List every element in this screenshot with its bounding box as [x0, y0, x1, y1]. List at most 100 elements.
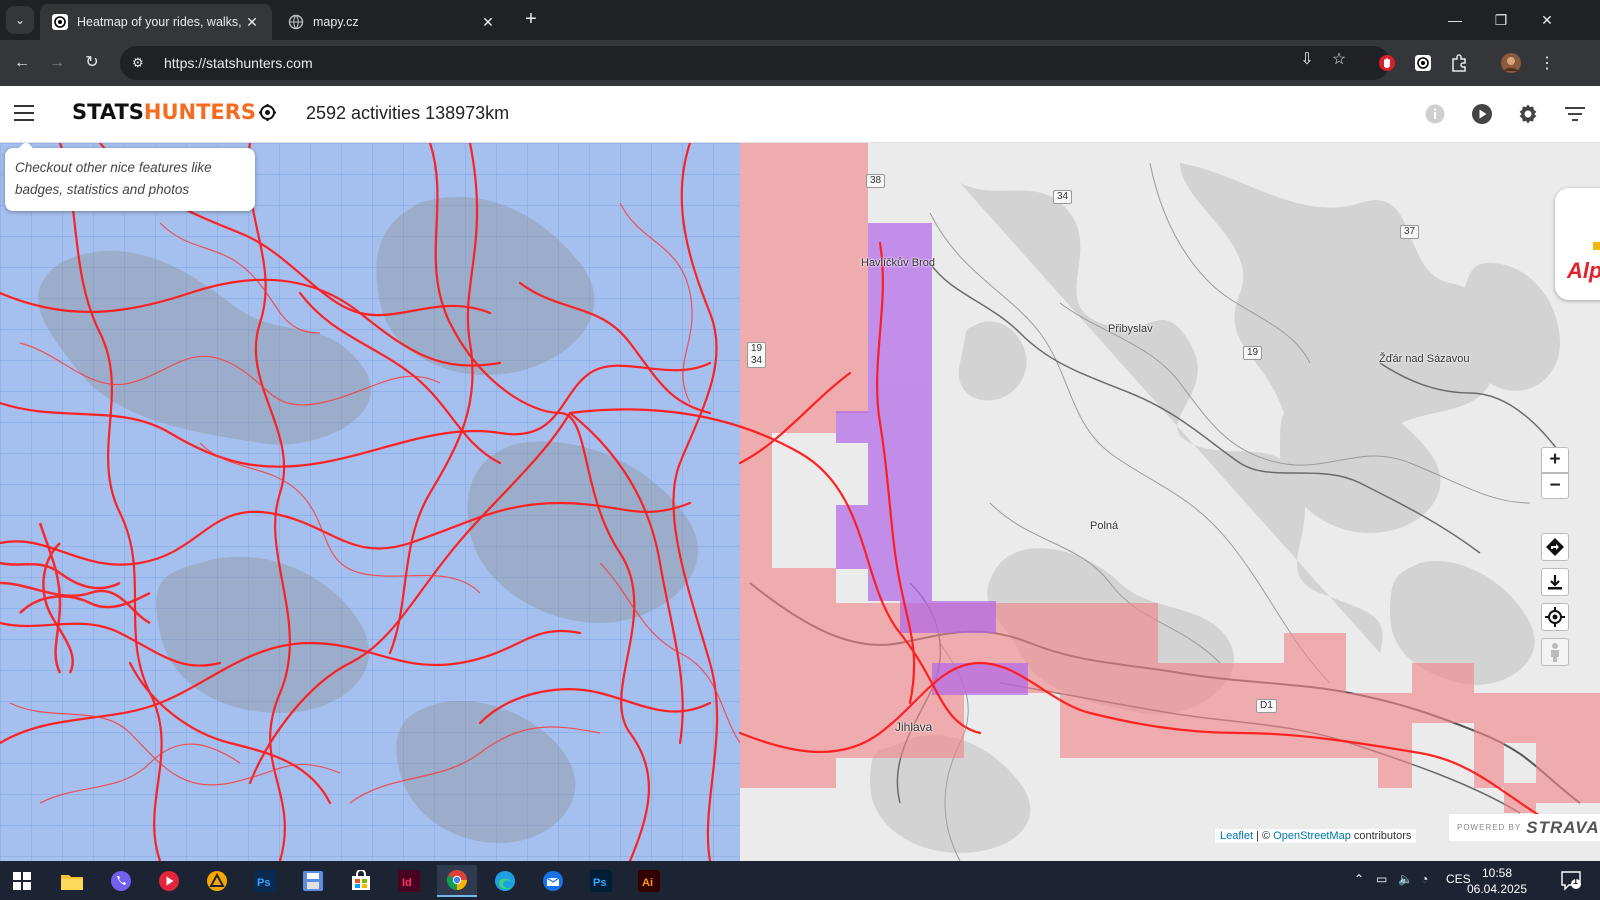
wifi-icon[interactable]: ◔ — [1421, 872, 1428, 886]
clock-time: 10:58 — [1481, 866, 1513, 880]
place-label-polna: Polná — [1090, 520, 1119, 532]
address-bar[interactable]: ⚙ https://statshunters.com — [120, 46, 1390, 80]
ad-logo-mark — [1593, 242, 1600, 250]
arrow-right-icon: → — [49, 54, 65, 71]
browser-tab-bar: ⌄ Heatmap of your rides, walks, s ✕ mapy… — [0, 0, 1600, 40]
site-info-icon[interactable]: ⚙ — [132, 55, 154, 71]
arrow-left-icon: ← — [14, 54, 30, 71]
tab-title: mapy.cz — [313, 15, 359, 29]
chrome-icon[interactable] — [437, 865, 477, 897]
profile-avatar[interactable] — [1499, 51, 1523, 75]
file-explorer-icon[interactable] — [52, 865, 92, 897]
photoshop-icon[interactable]: Ps — [245, 865, 285, 897]
clock-date: 06.04.2025 — [1466, 882, 1528, 896]
install-app-icon[interactable]: ⇩ — [1296, 49, 1318, 71]
attribution-separator: | © — [1253, 830, 1274, 842]
target-icon — [259, 103, 277, 121]
window-close-button[interactable]: ✕ — [1524, 0, 1570, 40]
filter-icon[interactable] — [1562, 101, 1588, 127]
activity-summary: 2592 activities 138973km — [306, 103, 509, 124]
warning-app-icon[interactable] — [197, 865, 237, 897]
statshunters-favicon-icon — [52, 14, 68, 30]
info-icon[interactable] — [1422, 101, 1448, 127]
chevron-down-icon: ⌄ — [14, 13, 26, 27]
tab-mapy[interactable]: mapy.cz ✕ — [276, 4, 508, 40]
road-number-19-34: 19 34 — [747, 342, 767, 368]
statshunters-logo[interactable]: STATS HUNTERS — [72, 100, 277, 124]
svg-text:Id: Id — [402, 877, 412, 889]
store-bag-icon[interactable] — [341, 865, 381, 897]
route-icon[interactable] — [1541, 533, 1569, 561]
activities-count: 2592 activities — [306, 103, 421, 123]
edge-icon[interactable] — [485, 865, 525, 897]
globe-icon — [288, 14, 304, 30]
logo-text-hunters: HUNTERS — [143, 100, 257, 124]
browser-menu-icon[interactable]: ⋮ — [1535, 51, 1559, 75]
place-label-jihlava: Jihlava — [895, 720, 933, 734]
illustrator-icon[interactable]: Ai — [629, 865, 669, 897]
powered-by-strava-badge: POWERED BY STRAVA — [1449, 814, 1600, 841]
zoom-out-button[interactable]: − — [1541, 473, 1569, 499]
total-distance: 138973km — [425, 103, 510, 123]
map-canvas[interactable] — [0, 143, 1600, 861]
photoshop-2-icon[interactable]: Ps — [581, 865, 621, 897]
strava-logo-text: STRAVA — [1526, 817, 1600, 837]
tab-statshunters[interactable]: Heatmap of your rides, walks, s ✕ — [40, 4, 272, 40]
windows-taskbar: Ps Id Ps Ai ⌃ ▭ 🔈 ◔ CES 10:58 06.04.2025… — [0, 861, 1600, 900]
advertisement-banner[interactable]: Alp — [1555, 188, 1600, 300]
taskbar-clock[interactable]: 10:58 06.04.2025 — [1462, 865, 1532, 897]
road-number-d1: D1 — [1256, 699, 1277, 713]
minimize-button[interactable]: — — [1432, 0, 1478, 40]
speaker-muted-icon[interactable]: 🔈 — [1398, 872, 1413, 886]
place-label-havlickuv-brod: Havlíčkův Brod — [861, 257, 935, 269]
close-tab-icon[interactable]: ✕ — [480, 14, 496, 31]
extension-red-icon[interactable] — [1375, 51, 1399, 75]
road-number-37: 37 — [1400, 225, 1420, 239]
feature-tip-popup: Checkout other nice features like badges… — [5, 143, 255, 211]
forward-button[interactable]: → — [45, 51, 69, 75]
place-label-pribyslav: Přibyslav — [1108, 323, 1153, 335]
street-view-pegman-icon[interactable] — [1541, 638, 1569, 666]
app-header: STATS HUNTERS 2592 activities 138973km — [0, 86, 1600, 143]
tab-title: Heatmap of your rides, walks, s — [77, 15, 244, 29]
bookmark-star-icon[interactable]: ☆ — [1328, 49, 1350, 71]
svg-text:Ps: Ps — [257, 877, 270, 889]
floppy-save-icon[interactable] — [293, 865, 333, 897]
back-button[interactable]: ← — [10, 51, 34, 75]
url-text[interactable]: https://statshunters.com — [164, 55, 313, 71]
notifications-count: 1 — [1573, 876, 1579, 886]
map-attribution: Leaflet | © OpenStreetMap contributors — [1215, 829, 1417, 843]
restore-button[interactable]: ❐ — [1478, 0, 1524, 40]
reload-button[interactable]: ↻ — [80, 51, 104, 75]
place-label-zdar: Žďár nad Sázavou — [1379, 353, 1470, 365]
browser-toolbar: ← → ↻ ⚙ https://statshunters.com ⇩ ☆ — [0, 40, 1600, 86]
media-player-icon[interactable] — [149, 865, 189, 897]
reload-icon: ↻ — [85, 54, 99, 71]
svg-text:Ai: Ai — [642, 877, 653, 889]
close-tab-icon[interactable]: ✕ — [244, 14, 260, 31]
hamburger-menu-icon[interactable] — [14, 105, 34, 121]
road-number-38: 38 — [866, 174, 886, 188]
extension-target-icon[interactable] — [1411, 51, 1435, 75]
zoom-in-button[interactable]: + — [1541, 447, 1569, 473]
openstreetmap-link[interactable]: OpenStreetMap — [1273, 830, 1351, 842]
leaflet-link[interactable]: Leaflet — [1220, 830, 1253, 842]
road-number-34: 34 — [1053, 190, 1073, 204]
locate-icon[interactable] — [1541, 603, 1569, 631]
download-icon[interactable] — [1541, 568, 1569, 596]
attribution-contributors: contributors — [1350, 830, 1412, 842]
tab-search-button[interactable]: ⌄ — [6, 6, 34, 34]
powered-by-text: POWERED BY — [1457, 823, 1522, 832]
windows-start-icon[interactable] — [2, 865, 42, 897]
new-tab-button[interactable]: + — [519, 8, 543, 32]
indesign-icon[interactable]: Id — [389, 865, 429, 897]
thunderbird-icon[interactable] — [533, 865, 573, 897]
chevron-up-icon[interactable]: ⌃ — [1354, 872, 1364, 886]
battery-icon[interactable]: ▭ — [1376, 872, 1387, 886]
extensions-puzzle-icon[interactable] — [1447, 51, 1471, 75]
notifications-icon[interactable]: 1 — [1560, 869, 1582, 894]
heatmap-map[interactable]: Havlíčkův Brod Přibyslav Žďár nad Sázavo… — [0, 143, 1600, 861]
viber-icon[interactable] — [101, 865, 141, 897]
play-icon[interactable] — [1469, 101, 1495, 127]
gear-icon[interactable] — [1515, 101, 1541, 127]
